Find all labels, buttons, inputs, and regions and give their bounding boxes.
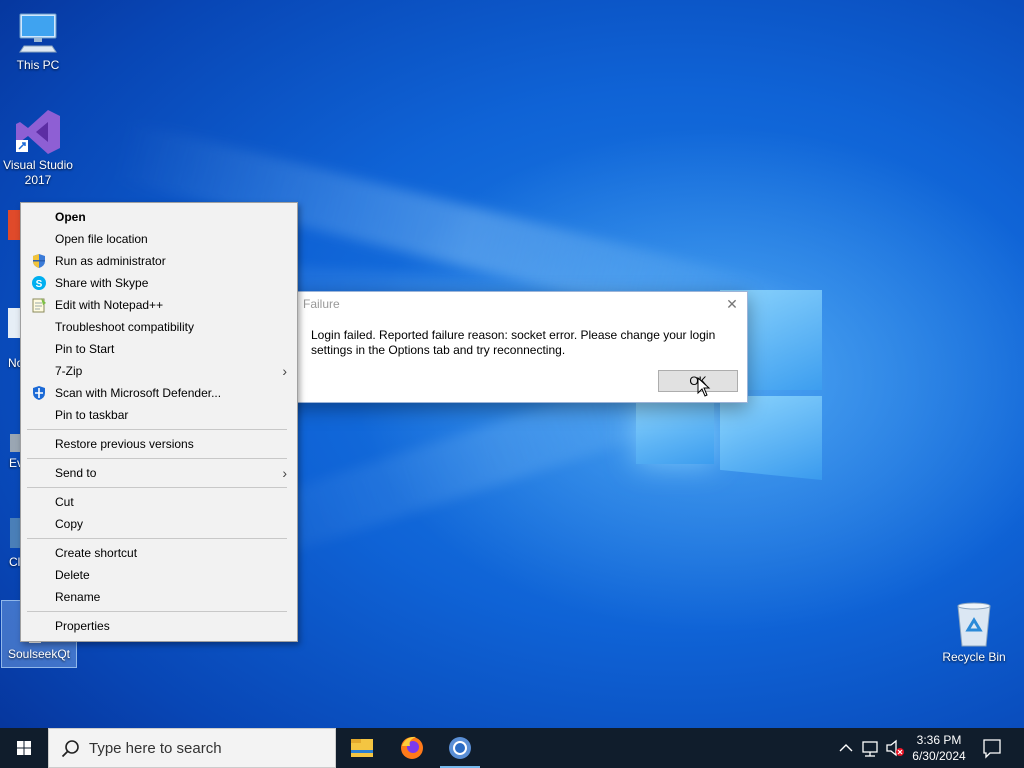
desktop-icon-visual-studio[interactable]: Visual Studio 2017 — [0, 108, 76, 188]
search-icon — [61, 739, 81, 759]
start-button[interactable] — [0, 728, 48, 768]
menu-separator — [27, 487, 287, 488]
desktop-icon-this-pc[interactable]: This PC — [0, 8, 76, 73]
action-center-button[interactable] — [980, 728, 1004, 768]
skype-icon: S — [31, 275, 47, 291]
menu-item-label: Create shortcut — [55, 546, 138, 560]
uac-shield-icon — [31, 253, 47, 269]
network-icon — [862, 741, 878, 757]
svg-text:S: S — [36, 279, 43, 290]
chevron-right-icon: › — [282, 465, 287, 481]
clock-date: 6/30/2024 — [912, 749, 966, 763]
recycle-bin-icon — [950, 600, 998, 648]
firefox-icon — [401, 736, 423, 759]
desktop: This PC Visual Studio 2017 No Ev Cl Soul… — [0, 0, 1024, 728]
desktop-icon-recycle-bin[interactable]: Recycle Bin — [936, 600, 1012, 665]
clock-time: 3:36 PM — [916, 733, 962, 747]
desktop-icon-label: SoulseekQt — [7, 647, 71, 661]
desktop-icon-label: Cl — [9, 555, 21, 569]
search-box[interactable]: Type here to search — [48, 728, 336, 768]
defender-icon — [31, 385, 47, 401]
wallpaper-windows-logo — [720, 396, 822, 480]
menu-item-troubleshoot-compatibility[interactable]: Troubleshoot compatibility — [21, 316, 297, 338]
menu-item-label: Share with Skype — [55, 276, 149, 290]
menu-item-share-with-skype[interactable]: S Share with Skype — [21, 272, 297, 294]
menu-item-delete[interactable]: Delete — [21, 564, 297, 586]
menu-item-label: Properties — [55, 619, 110, 633]
menu-item-cut[interactable]: Cut — [21, 491, 297, 513]
menu-item-label: Send to — [55, 466, 97, 480]
menu-item-label: Scan with Microsoft Defender... — [55, 386, 222, 400]
menu-item-7-zip[interactable]: 7-Zip › — [21, 360, 297, 382]
menu-separator — [27, 458, 287, 459]
taskbar-app-firefox[interactable] — [388, 728, 436, 768]
menu-item-label: Pin to Start — [55, 342, 115, 356]
menu-item-label: Troubleshoot compatibility — [55, 320, 194, 334]
menu-separator — [27, 611, 287, 612]
menu-item-pin-to-taskbar[interactable]: Pin to taskbar — [21, 404, 297, 426]
menu-item-restore-previous-versions[interactable]: Restore previous versions — [21, 433, 297, 455]
taskbar: Type here to search 3:36 PM 6/30/2024 — [0, 728, 1024, 768]
menu-item-label: Delete — [55, 568, 90, 582]
menu-item-open-file-location[interactable]: Open file location — [21, 228, 297, 250]
desktop-icon-label: This PC — [16, 58, 60, 72]
menu-item-edit-with-notepad[interactable]: Edit with Notepad++ — [21, 294, 297, 316]
menu-separator — [27, 429, 287, 430]
notepadpp-icon — [31, 297, 47, 313]
tray-chevron[interactable] — [836, 728, 856, 768]
menu-item-label: Restore previous versions — [55, 437, 194, 451]
menu-item-label: Cut — [55, 495, 74, 509]
windows-icon — [17, 741, 31, 755]
search-placeholder: Type here to search — [89, 740, 222, 757]
taskbar-app-chrome[interactable] — [436, 728, 484, 768]
menu-item-label: Edit with Notepad++ — [55, 298, 164, 312]
chrome-icon — [449, 737, 471, 759]
menu-item-create-shortcut[interactable]: Create shortcut — [21, 542, 297, 564]
taskbar-app-file-explorer[interactable] — [338, 728, 386, 768]
menu-item-open[interactable]: Open — [21, 206, 297, 228]
context-menu: Open Open file location Run as administrat… — [20, 202, 298, 642]
tray-network[interactable] — [860, 728, 882, 768]
notification-icon — [983, 739, 1001, 759]
dialog-title: Failure — [303, 297, 340, 311]
menu-item-label: Run as administrator — [55, 254, 166, 268]
menu-item-label: 7-Zip — [55, 364, 83, 378]
wallpaper-windows-logo — [636, 396, 714, 464]
menu-item-label: Pin to taskbar — [55, 408, 129, 422]
failure-dialog: Failure ✕ Login failed. Reported failure… — [270, 291, 748, 403]
desktop-icon-label: Visual Studio 2017 — [3, 158, 73, 187]
menu-item-label: Open — [55, 210, 86, 224]
taskbar-clock[interactable]: 3:36 PM 6/30/2024 — [905, 732, 973, 764]
menu-item-properties[interactable]: Properties — [21, 615, 297, 637]
desktop-icon-label: Recycle Bin — [942, 650, 1006, 664]
mouse-cursor-icon — [697, 376, 711, 397]
chevron-right-icon: › — [282, 363, 287, 379]
close-icon[interactable]: ✕ — [723, 295, 741, 313]
chevron-up-icon — [839, 744, 853, 752]
tray-volume[interactable] — [884, 728, 906, 768]
menu-item-send-to[interactable]: Send to › — [21, 462, 297, 484]
volume-muted-icon — [886, 739, 904, 757]
menu-item-label: Rename — [55, 590, 101, 604]
menu-item-run-as-administrator[interactable]: Run as administrator — [21, 250, 297, 272]
menu-item-label: Open file location — [55, 232, 148, 246]
menu-item-copy[interactable]: Copy — [21, 513, 297, 535]
menu-item-scan-with-microsoft-defender[interactable]: Scan with Microsoft Defender... — [21, 382, 297, 404]
menu-item-pin-to-start[interactable]: Pin to Start — [21, 338, 297, 360]
menu-item-rename[interactable]: Rename — [21, 586, 297, 608]
visual-studio-icon — [14, 108, 62, 156]
computer-icon — [14, 8, 62, 56]
file-explorer-icon — [351, 739, 373, 757]
dialog-message: Login failed. Reported failure reason: s… — [311, 328, 716, 357]
menu-separator — [27, 538, 287, 539]
menu-item-label: Copy — [55, 517, 84, 531]
